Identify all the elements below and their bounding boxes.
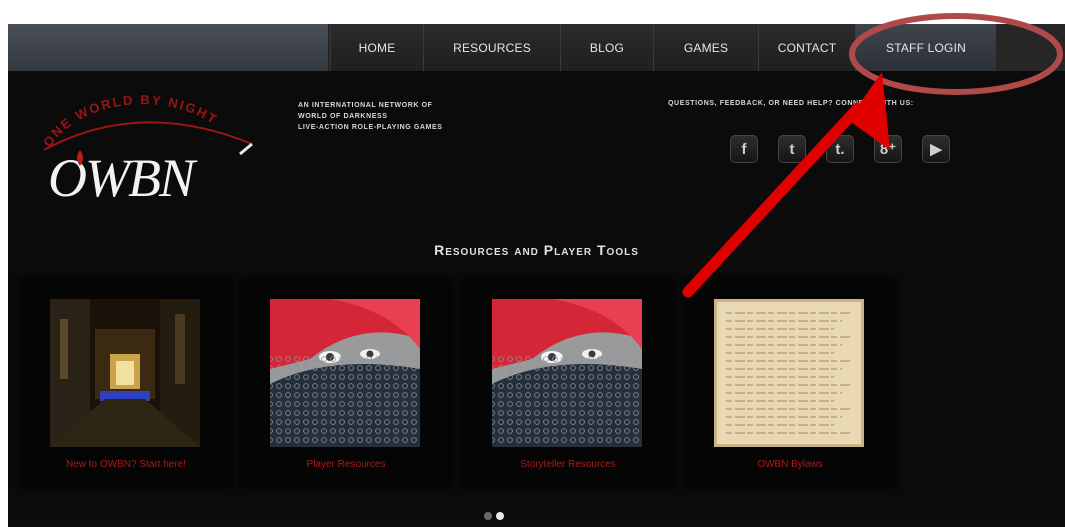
twitter-icon[interactable]: t — [778, 135, 806, 163]
social-links: f t t. 8⁺ ▶ — [730, 135, 950, 163]
section-title: Resources and Player Tools — [434, 242, 639, 258]
tagline-line-1: An international network of — [298, 102, 433, 109]
logo-arc-text: ONE WORLD BY NIGHT — [40, 92, 219, 150]
owbn-logo[interactable]: ONE WORLD BY NIGHT OWBN — [30, 88, 270, 208]
tagline-line-2: World of Darkness — [298, 113, 388, 120]
nav-games[interactable]: Games — [653, 24, 758, 71]
resource-card[interactable]: New to OWBN? Start here! — [20, 279, 232, 487]
google-plus-icon[interactable]: 8⁺ — [874, 135, 902, 163]
carousel-dot-2[interactable] — [496, 512, 504, 520]
facebook-icon[interactable]: f — [730, 135, 758, 163]
resource-card[interactable]: OWBN Bylaws — [684, 279, 896, 487]
site-frame: Home Resources Blog Games Contact Staff Login… — [8, 24, 1065, 527]
card-image-red-hair-fan — [270, 299, 420, 447]
resource-card[interactable]: Storyteller Resources — [462, 279, 674, 487]
card-caption[interactable]: Storyteller Resources — [462, 459, 674, 470]
connect-text: Questions, feedback, or need help? Conne… — [668, 100, 914, 107]
card-caption[interactable]: New to OWBN? Start here! — [20, 459, 232, 470]
resource-card[interactable]: Player Resources — [240, 279, 452, 487]
card-image-alley-night — [50, 299, 200, 447]
nav-home[interactable]: Home — [330, 24, 423, 71]
youtube-icon[interactable]: ▶ — [922, 135, 950, 163]
site-tagline: An international network of World of Dar… — [298, 100, 443, 133]
card-caption[interactable]: Player Resources — [240, 459, 452, 470]
carousel-dots — [484, 512, 504, 520]
logo-text: OWBN — [48, 148, 198, 208]
nav-left-fill — [8, 24, 328, 71]
nav-resources[interactable]: Resources — [423, 24, 560, 71]
tumblr-icon[interactable]: t. — [826, 135, 854, 163]
carousel-dot-1[interactable] — [484, 512, 492, 520]
nav-staff-login[interactable]: Staff Login — [855, 24, 996, 71]
card-caption[interactable]: OWBN Bylaws — [684, 459, 896, 470]
tagline-line-3: live-action role-playing games — [298, 124, 443, 131]
nav-items: Home Resources Blog Games Contact Staff Login — [330, 24, 996, 71]
svg-text:ONE WORLD BY NIGHT: ONE WORLD BY NIGHT — [40, 92, 221, 150]
owbn-logo-graphic: ONE WORLD BY NIGHT OWBN — [40, 92, 253, 208]
card-image-parchment — [714, 299, 864, 447]
nav-contact[interactable]: Contact — [758, 24, 855, 71]
nav-blog[interactable]: Blog — [560, 24, 653, 71]
top-navigation: Home Resources Blog Games Contact Staff Login — [8, 24, 1065, 71]
card-image-red-hair-fan — [492, 299, 642, 447]
